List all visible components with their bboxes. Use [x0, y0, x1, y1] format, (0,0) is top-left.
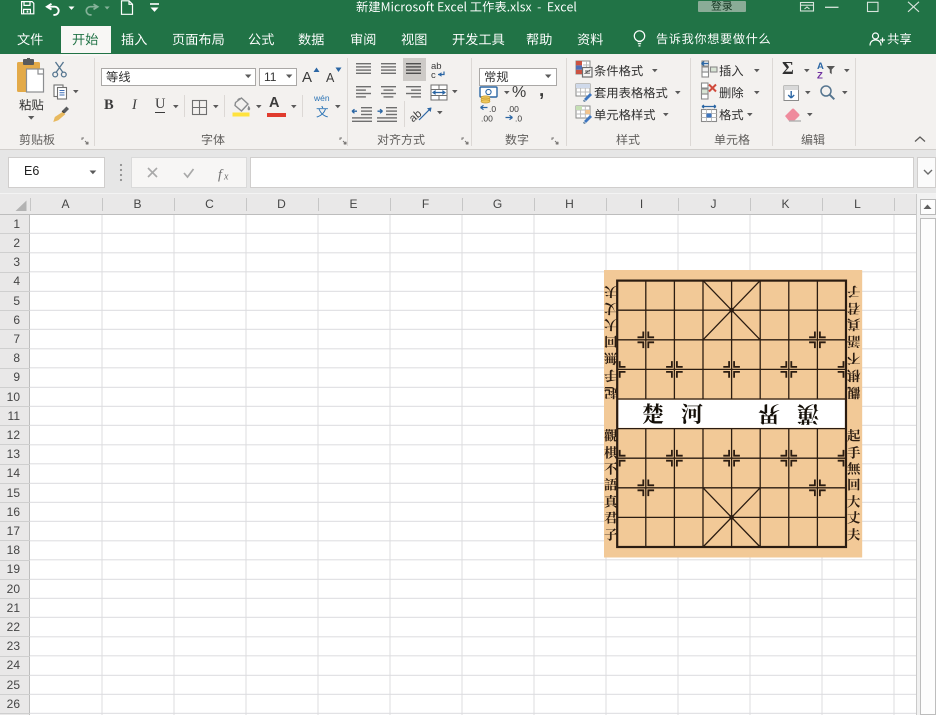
svg-text:Z: Z: [817, 71, 823, 82]
svg-text:.0: .0: [515, 114, 522, 124]
svg-text:.0: .0: [489, 104, 496, 114]
svg-text:.00: .00: [481, 114, 493, 124]
svg-text:A: A: [302, 69, 312, 86]
svg-text:.00: .00: [507, 104, 519, 114]
svg-text:c: c: [431, 70, 436, 81]
svg-text:A: A: [326, 71, 335, 85]
svg-text:x: x: [223, 172, 229, 183]
